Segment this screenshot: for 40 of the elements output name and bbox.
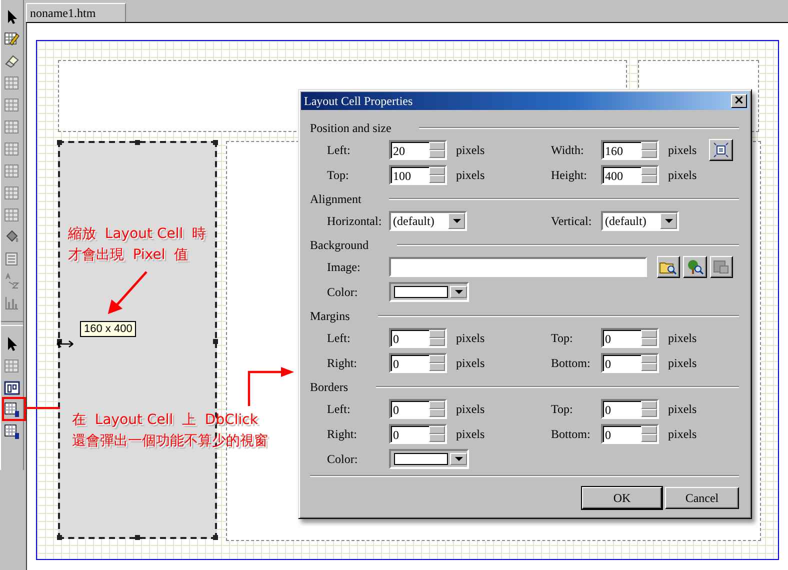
annotation-text: 在 Layout Cell 上 DbClick bbox=[72, 411, 259, 430]
field-label: Color: bbox=[327, 284, 359, 300]
field-label: Top: bbox=[327, 168, 350, 182]
unit-label: pixels bbox=[455, 356, 486, 370]
field-label: Left: bbox=[327, 330, 352, 346]
section-title: Position and size bbox=[310, 120, 392, 136]
field-label: Right: bbox=[327, 356, 358, 370]
field-label: Color: bbox=[327, 452, 359, 466]
unit-label: pixels bbox=[667, 402, 698, 416]
section-title: Background bbox=[310, 238, 369, 252]
section-title: Borders bbox=[310, 380, 348, 394]
unit-label: pixels bbox=[455, 142, 486, 158]
annotation-text: 還會彈出一個功能不算少的視窗 bbox=[72, 432, 268, 451]
unit-label: pixels bbox=[667, 356, 698, 370]
field-label: Right: bbox=[327, 426, 358, 442]
field-label: Width: bbox=[551, 142, 585, 158]
field-label: Left: bbox=[327, 402, 352, 416]
unit-label: pixels bbox=[455, 426, 486, 442]
unit-label: pixels bbox=[667, 142, 698, 158]
unit-label: pixels bbox=[455, 330, 486, 346]
field-label: Horizontal: bbox=[327, 214, 383, 228]
field-label: Top: bbox=[551, 402, 574, 416]
section-title: Alignment bbox=[310, 192, 362, 206]
dialog-title: Layout Cell Properties bbox=[304, 94, 413, 108]
section-title: Margins bbox=[310, 308, 350, 324]
unit-label: pixels bbox=[455, 402, 486, 416]
unit-label: pixels bbox=[667, 426, 698, 442]
field-label: Top: bbox=[551, 330, 574, 346]
unit-label: pixels bbox=[667, 330, 698, 346]
field-label: Image: bbox=[327, 260, 362, 274]
size-tooltip: 160 x 400 bbox=[80, 321, 136, 337]
field-label: Height: bbox=[551, 168, 588, 182]
annotation-text: 縮放 Layout Cell 時 bbox=[68, 225, 206, 244]
unit-label: pixels bbox=[667, 168, 698, 182]
unit-label: pixels bbox=[455, 168, 486, 182]
field-label: Left: bbox=[327, 142, 352, 158]
field-label: Vertical: bbox=[551, 214, 593, 228]
annotation-text: 才會出現 Pixel 值 bbox=[68, 246, 190, 265]
field-label: Bottom: bbox=[551, 426, 592, 442]
field-label: Bottom: bbox=[551, 356, 592, 370]
